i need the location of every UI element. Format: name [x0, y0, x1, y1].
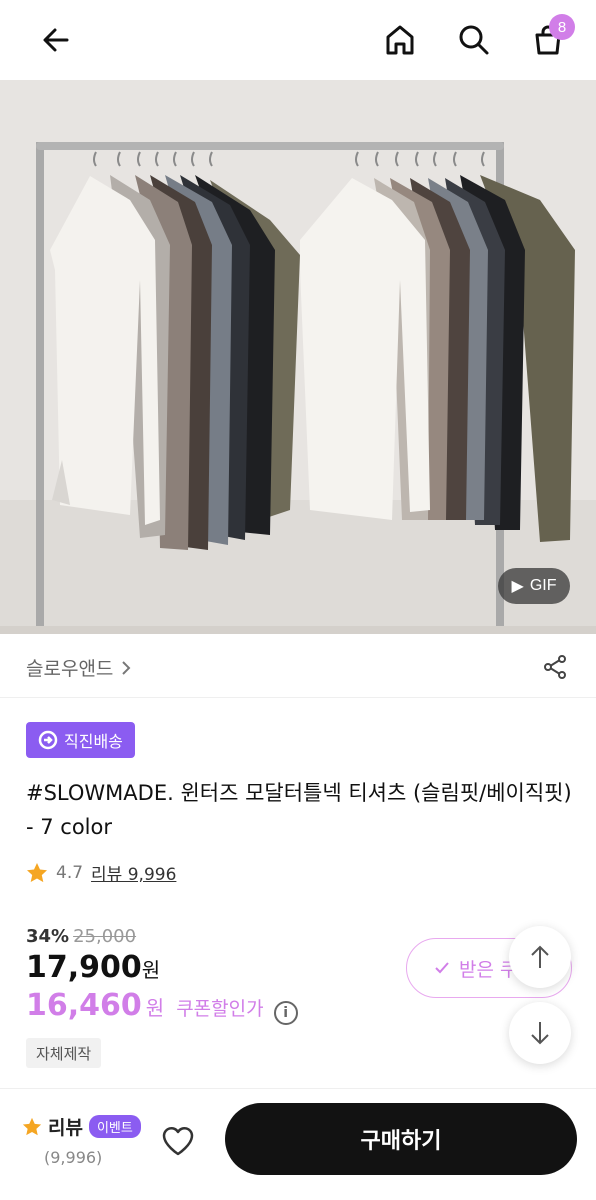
- check-icon: [435, 962, 449, 974]
- brand-name: 슬로우앤드: [26, 658, 114, 680]
- arrow-down-icon: [531, 1022, 549, 1045]
- top-header: 8: [0, 0, 596, 80]
- arrow-left-icon: [43, 28, 69, 52]
- direct-delivery-label: 직진배송: [64, 732, 123, 751]
- rating-value: 4.7: [56, 862, 84, 883]
- star-icon: [22, 1117, 42, 1135]
- search-icon: [459, 25, 489, 55]
- home-button[interactable]: [376, 16, 424, 64]
- discount-percent: 34%: [26, 926, 70, 947]
- home-icon: [386, 25, 414, 55]
- star-icon: [27, 862, 47, 882]
- product-image[interactable]: ▶ GIF: [0, 80, 596, 634]
- brand-row: 슬로우앤드: [0, 634, 596, 698]
- arrow-up-icon: [531, 945, 549, 968]
- sale-price-unit: 원: [141, 958, 161, 982]
- direct-delivery-badge: 직진배송: [26, 722, 135, 758]
- scroll-up-button[interactable]: [509, 926, 571, 988]
- clothing-rack-photo: [0, 80, 596, 634]
- coupon-price-label: 쿠폰할인가: [176, 998, 264, 1020]
- discount-row: 34% 25,000: [26, 926, 136, 947]
- event-badge: 이벤트: [88, 1115, 141, 1138]
- sale-price-value: 17,900: [26, 950, 142, 985]
- review-label: 리뷰: [48, 1117, 83, 1139]
- delivery-arrow-icon: [38, 730, 58, 750]
- heart-icon[interactable]: [160, 1123, 196, 1159]
- product-title: #SLOWMADE. 윈터즈 모달터틀넥 티셔츠 (슬림핏/베이직핏) - 7 …: [26, 781, 572, 839]
- share-icon[interactable]: [542, 654, 568, 680]
- sale-price: 17,900원: [26, 950, 160, 985]
- coupon-price-unit: 원: [145, 996, 165, 1020]
- scroll-down-button[interactable]: [509, 1002, 571, 1064]
- gif-play-button[interactable]: ▶ GIF: [498, 568, 570, 604]
- original-price: 25,000: [73, 926, 137, 947]
- self-made-tag: 자체제작: [26, 1038, 102, 1068]
- coupon-price-value: 16,460: [26, 988, 142, 1023]
- search-button[interactable]: [450, 16, 498, 64]
- rating-row: 4.7 리뷰 9,996: [26, 860, 176, 885]
- back-button[interactable]: [32, 16, 80, 64]
- review-event-block[interactable]: 리뷰 이벤트 (9,996): [22, 1113, 141, 1167]
- chevron-right-icon: [122, 660, 131, 675]
- review-event-row: 리뷰 이벤트: [22, 1113, 141, 1140]
- review-count: (9,996): [44, 1148, 103, 1167]
- review-count-link[interactable]: 리뷰 9,996: [91, 860, 176, 885]
- gif-label: GIF: [529, 577, 557, 594]
- play-icon: ▶: [511, 578, 524, 595]
- coupon-price: 16,460 원 쿠폰할인가 i: [26, 988, 298, 1025]
- info-icon[interactable]: i: [273, 1001, 298, 1025]
- bottom-action-bar: 리뷰 이벤트 (9,996) 구매하기: [0, 1088, 596, 1200]
- cart-count-badge: 8: [549, 14, 575, 40]
- brand-link[interactable]: 슬로우앤드: [26, 654, 133, 681]
- buy-button[interactable]: 구매하기: [225, 1103, 577, 1175]
